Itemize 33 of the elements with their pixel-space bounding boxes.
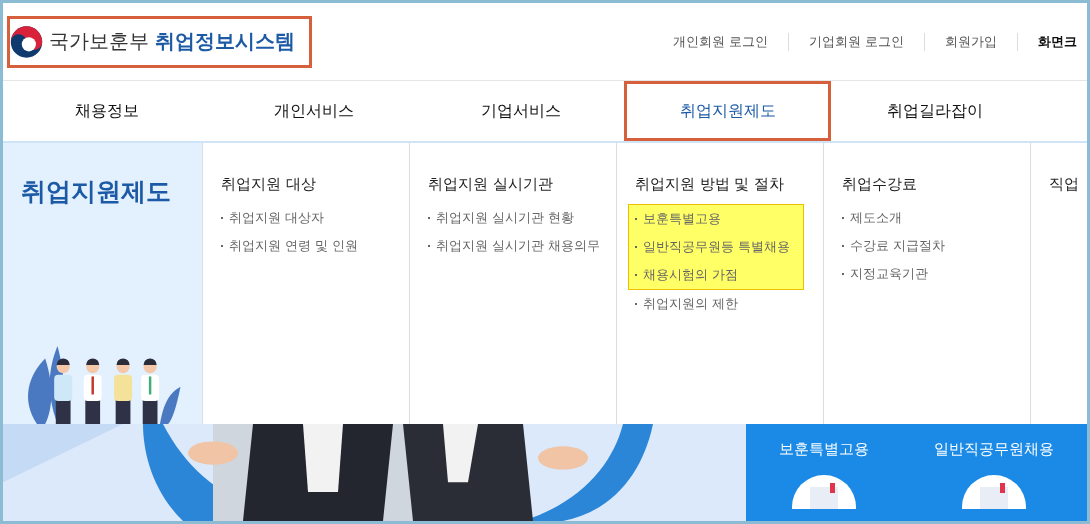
menu-item[interactable]: 수강료 지급절차 — [842, 232, 1030, 260]
menu-item[interactable]: 제도소개 — [842, 204, 1030, 232]
system-name: 취업정보시스템 — [155, 28, 295, 55]
top-link[interactable]: 화면크 — [1017, 32, 1087, 51]
menu-heading: 취업지원 실시기관 — [428, 175, 554, 194]
nav-tab[interactable]: 취업길라잡이 — [831, 81, 1038, 141]
nav-tab[interactable]: 취업지원제도 — [624, 81, 831, 141]
menu-heading: 취업지원 방법 및 절차 — [635, 175, 785, 194]
document-icon[interactable] — [791, 473, 856, 509]
menu-item[interactable]: 취업지원의 제한 — [635, 290, 823, 318]
top-link[interactable]: 기업회원 로그인 — [787, 32, 924, 51]
site-logo[interactable]: 국가보훈부 취업정보시스템 — [7, 15, 312, 68]
menu-item[interactable]: 취업지원 실시기관 채용의무 — [428, 232, 616, 260]
menu-item[interactable]: 취업지원 실시기관 현황 — [428, 204, 616, 232]
menu-heading: 취업수강료 — [842, 175, 918, 194]
menu-item[interactable]: 지정교육기관 — [842, 260, 1030, 288]
org-name: 국가보훈부 — [49, 28, 149, 55]
menu-item[interactable]: 취업지원 대상자 — [221, 204, 409, 232]
nav-tab[interactable]: 기업서비스 — [417, 81, 624, 141]
menu-heading: 취업지원 대상 — [221, 175, 317, 194]
menu-item[interactable]: 일반직공무원등 특별채용 — [635, 233, 803, 261]
document-icon[interactable] — [962, 473, 1027, 509]
banner-label: 일반직공무원채용 — [934, 440, 1055, 459]
menu-item[interactable]: 취업지원 연령 및 인원 — [221, 232, 409, 260]
menu-heading: 직업 — [1049, 175, 1080, 194]
menu-item[interactable]: 채용시험의 가점 — [635, 261, 803, 289]
menu-item[interactable]: 보훈특별고용 — [635, 205, 803, 233]
menu-title: 취업지원제도 — [20, 176, 172, 208]
banner-label: 보훈특별고용 — [778, 440, 869, 459]
nav-tab[interactable]: 채용정보 — [3, 81, 210, 141]
top-link[interactable]: 회원가입 — [924, 32, 1017, 51]
top-link[interactable]: 개인회원 로그인 — [652, 32, 788, 51]
nav-tab[interactable]: 개인서비스 — [210, 81, 417, 141]
